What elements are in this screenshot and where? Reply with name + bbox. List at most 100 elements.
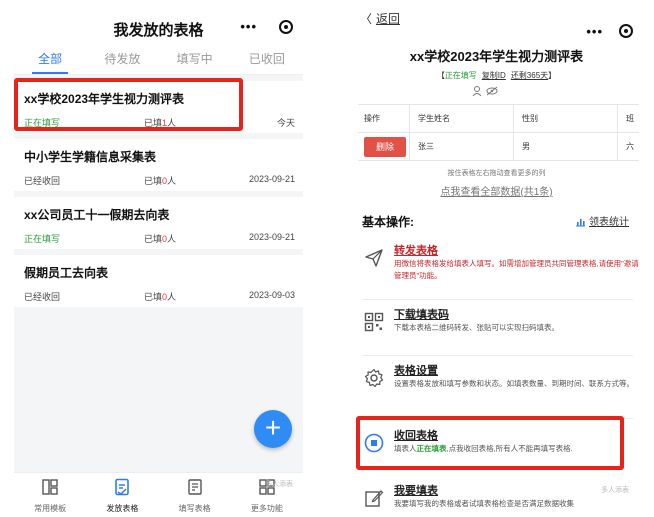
delete-button[interactable]: 删除 <box>364 137 406 157</box>
nav-label: 常用模板 <box>34 504 67 513</box>
watermark: 多人添表 <box>265 481 293 488</box>
nav-label: 更多功能 <box>250 504 283 513</box>
copy-id-link[interactable]: 复制ID <box>482 71 506 80</box>
option-desc: 我要填写我的表格或者试填表格检查是否满足数据收集 <box>394 499 574 508</box>
divider <box>362 299 633 300</box>
data-table: 操作 学生姓名 性别 班 删除 张三 男 六 <box>358 104 639 161</box>
issue-form-icon <box>115 478 130 496</box>
filled-suffix: 人 <box>167 176 177 186</box>
view-all-data-link[interactable]: 点我查看全部数据(共1条) <box>354 183 639 198</box>
page-title: 我发放的表格 <box>113 22 204 39</box>
user-icon[interactable] <box>472 86 482 97</box>
back-link[interactable]: 〈返回 <box>360 10 400 27</box>
option-title: 表格设置 <box>394 365 438 377</box>
close-miniprogram-icon[interactable] <box>619 24 633 38</box>
card-title: xx公司员工十一假期去向表 <box>24 208 170 222</box>
add-form-button[interactable]: + <box>254 410 292 448</box>
tab-filling[interactable]: 填写中 <box>159 45 231 74</box>
filled-suffix: 人 <box>167 234 177 244</box>
filled-prefix: 已填 <box>144 234 163 244</box>
card-date: 2023-09-03 <box>248 290 295 300</box>
card-filled-count: 已填0人 <box>144 174 176 187</box>
card-date: 今天 <box>276 118 295 128</box>
option-title: 我要填表 <box>394 485 438 497</box>
bracket-open: 【 <box>436 71 445 80</box>
top-bar: 我发放的表格 ••• <box>14 10 303 45</box>
download-qrcode-option[interactable]: 下载填表码 下载本表格二维码转发、张贴可以实现扫码填表。 <box>362 306 632 350</box>
nav-label: 发放表格 <box>106 504 139 513</box>
nav-fill-forms[interactable]: 填写表格 <box>159 473 231 517</box>
drag-hint: 按住表格左右拖动查看更多的列 <box>447 170 546 177</box>
card-date: 2023-09-21 <box>248 232 295 242</box>
table-cell: 男 <box>514 133 618 160</box>
status-tabs: 全部 待发放 填写中 已收回 <box>14 45 303 75</box>
option-title: 转发表格 <box>394 245 438 257</box>
stats-label: 领表统计 <box>589 217 629 228</box>
table-header-row: 操作 学生姓名 性别 班 <box>358 105 639 133</box>
send-icon <box>365 249 383 267</box>
option-desc: 用微信将表格发给填表人填写。如需增加管理员共同管理表格,请使用"邀请管理员"功能… <box>394 258 639 282</box>
table-row: 删除 张三 男 六 <box>358 133 639 161</box>
option-desc: 下载本表格二维码转发、张贴可以实现扫码填表。 <box>394 323 559 332</box>
action-cell: 删除 <box>358 133 410 160</box>
table-cell: 六 <box>626 142 634 151</box>
filled-prefix: 已填 <box>144 176 163 186</box>
tab-all[interactable]: 全部 <box>14 45 86 74</box>
forward-desc-text: 用微信将表格发给填表人填写。如需增加管理员共同管理表格,请使用"邀请管理员"功能… <box>394 259 639 280</box>
form-card[interactable]: xx公司员工十一假期去向表 正在填写 已填0人 2023-09-21 <box>14 197 303 249</box>
divider <box>362 355 633 356</box>
header-cell: 班 <box>626 114 634 123</box>
highlight-box <box>356 416 624 470</box>
form-card[interactable]: 中小学生学籍信息采集表 已经收回 已填0人 2023-09-21 <box>14 139 303 191</box>
gear-icon <box>364 368 384 388</box>
expire-days[interactable]: 还剩365天 <box>511 71 548 80</box>
status-filling: 正在填写 <box>444 71 477 80</box>
card-status: 已经收回 <box>24 292 61 302</box>
form-status-line: 【正在填写 复制ID 还剩365天】 <box>354 70 639 81</box>
nav-templates[interactable]: 常用模板 <box>14 473 86 517</box>
bracket-close: 】 <box>548 71 557 80</box>
left-phone-screen: 我发放的表格 ••• 全部 待发放 填写中 已收回 xx学校2023年学生视力测… <box>14 10 303 517</box>
watermark: 多人添表 <box>601 487 629 494</box>
table-cell: 张三 <box>410 133 514 160</box>
bottom-nav: 常用模板 发放表格 填写表格 更多功能 <box>14 472 303 517</box>
header-cell: 学生姓名 <box>410 105 514 132</box>
card-date: 2023-09-21 <box>248 174 295 184</box>
filled-suffix: 人 <box>167 292 177 302</box>
option-title: 下载填表码 <box>394 309 449 321</box>
card-title: 假期员工去向表 <box>24 266 109 280</box>
card-status: 正在填写 <box>24 234 61 244</box>
edit-icon <box>365 490 384 507</box>
eye-off-icon[interactable] <box>486 86 498 96</box>
tab-recalled[interactable]: 已收回 <box>231 45 303 74</box>
chevron-left-icon: 〈 <box>360 12 373 26</box>
filled-prefix: 已填 <box>144 292 163 302</box>
option-desc: 设置表格发放和填写参数和状态。如填表数量、到期时间、联系方式等。 <box>394 379 634 388</box>
more-menu-icon[interactable]: ••• <box>240 19 257 34</box>
right-phone-screen: 〈返回 ••• xx学校2023年学生视力测评表 【正在填写 复制ID 还剩365天… <box>354 10 639 517</box>
nav-label: 填写表格 <box>178 504 211 513</box>
more-menu-icon[interactable]: ••• <box>586 24 603 39</box>
top-bar: 〈返回 ••• <box>354 10 639 40</box>
fill-form-option[interactable]: 我要填表 我要填写我的表格或者试填表格检查是否满足数据收集 <box>362 482 632 517</box>
card-filled-count: 已填0人 <box>144 290 176 303</box>
header-cell: 操作 <box>358 105 410 132</box>
close-miniprogram-icon[interactable] <box>279 20 293 34</box>
forward-form-option[interactable]: 转发表格 用微信将表格发给填表人填写。如需增加管理员共同管理表格,请使用"邀请管… <box>362 242 639 294</box>
highlight-box <box>14 78 243 131</box>
card-title: 中小学生学籍信息采集表 <box>24 150 157 164</box>
bar-chart-icon <box>575 217 586 230</box>
status-icons <box>472 84 500 102</box>
form-title: xx学校2023年学生视力测评表 <box>409 49 584 64</box>
nav-issue-forms[interactable]: 发放表格 <box>86 473 158 517</box>
tab-pending[interactable]: 待发放 <box>86 45 158 74</box>
card-filled-count: 已填0人 <box>144 232 176 245</box>
stats-link[interactable]: 领表统计 <box>575 213 629 230</box>
form-card[interactable]: 假期员工去向表 已经收回 已填0人 2023-09-03 <box>14 255 303 307</box>
back-label: 返回 <box>376 12 401 26</box>
card-status: 已经收回 <box>24 176 61 186</box>
header-cell: 性别 <box>514 105 618 132</box>
form-settings-option[interactable]: 表格设置 设置表格发放和填写参数和状态。如填表数量、到期时间、联系方式等。 <box>362 362 634 414</box>
qrcode-icon <box>364 312 384 332</box>
templates-icon <box>42 479 58 495</box>
